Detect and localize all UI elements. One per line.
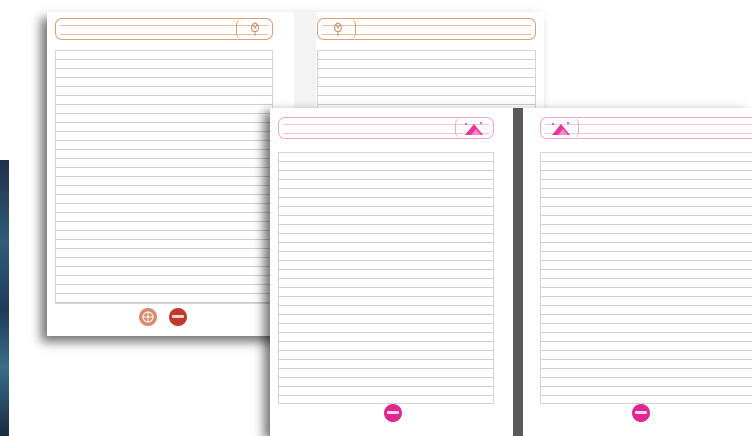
mountain-icon — [455, 118, 491, 138]
back-right-header-bar — [317, 18, 536, 40]
front-right-ruled-lines — [540, 152, 752, 404]
logo-badge-icon — [632, 404, 650, 422]
front-notebook-spread — [270, 108, 752, 436]
logo-badge-icon — [384, 404, 402, 422]
logo-badge-icon — [169, 308, 187, 326]
back-left-header-bar — [55, 18, 273, 40]
background-photo-edge — [0, 160, 9, 436]
mountain-icon — [543, 118, 579, 138]
front-left-ruled-lines — [278, 152, 494, 404]
front-right-header-bar — [540, 117, 752, 139]
front-left-header-bar — [278, 117, 494, 139]
tulip-icon — [236, 19, 272, 39]
pattern-badge-icon — [139, 308, 157, 326]
tulip-icon — [320, 19, 356, 39]
back-left-ruled-lines — [55, 50, 273, 304]
front-spread-gutter — [513, 108, 523, 436]
